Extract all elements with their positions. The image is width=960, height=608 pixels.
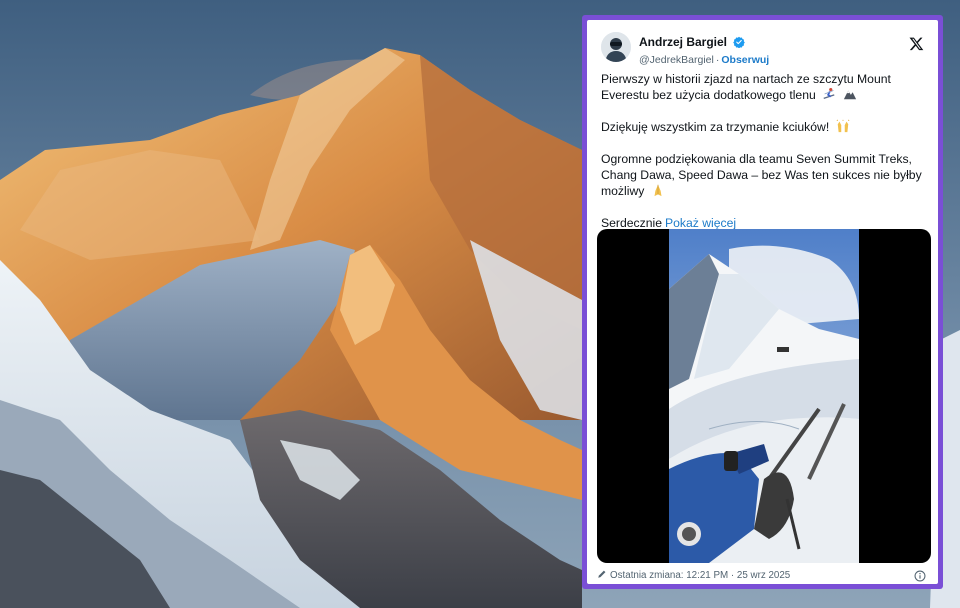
tweet-footer: Ostatnia zmiana: 12:21 PM · 25 wrz 2025 [597, 567, 928, 584]
tweet-header: Andrzej Bargiel @JedrekBargiel · Obserwuj [601, 30, 928, 66]
tweet-paragraph: Ogromne podziękowania dla teamu Seven Su… [601, 151, 926, 199]
tweet-embed-frame: Andrzej Bargiel @JedrekBargiel · Obserwuj … [582, 15, 943, 589]
tweet-paragraph: Pierwszy w historii zjazd na nartach ze … [601, 71, 926, 103]
avatar-image [601, 32, 631, 62]
author-info: Andrzej Bargiel @JedrekBargiel · Obserwuj [639, 33, 769, 66]
tweet-paragraph-text: Ogromne podziękowania dla teamu Seven Su… [601, 152, 922, 198]
tweet-paragraph: Dziękuję wszystkim za trzymanie kciuków! [601, 119, 926, 135]
folded-hands-icon [654, 184, 662, 197]
raised-hands-icon [836, 119, 850, 133]
edit-timestamp[interactable]: Ostatnia zmiana: 12:21 PM · 25 wrz 2025 [610, 570, 790, 581]
video-frame-skiing [669, 229, 859, 563]
tweet-video[interactable] [597, 229, 931, 563]
tweet-paragraph-text: Serdecznie [601, 216, 662, 230]
follow-link[interactable]: Obserwuj [721, 54, 769, 66]
tweet-card: Andrzej Bargiel @JedrekBargiel · Obserwuj … [587, 20, 938, 584]
pencil-icon [598, 570, 606, 578]
tweet-text: Pierwszy w historii zjazd na nartach ze … [601, 71, 926, 231]
x-logo-icon[interactable] [909, 36, 924, 51]
mountain-icon [843, 90, 856, 100]
author-handle[interactable]: @JedrekBargiel [639, 54, 714, 66]
tweet-paragraph-text: Dziękuję wszystkim za trzymanie kciuków! [601, 120, 830, 134]
info-icon[interactable] [914, 570, 926, 582]
show-more-link[interactable]: Pokaż więcej [665, 216, 736, 230]
skier-icon [823, 88, 835, 100]
author-name[interactable]: Andrzej Bargiel [639, 35, 727, 49]
verified-badge-icon [733, 36, 746, 48]
avatar[interactable] [601, 32, 631, 62]
handle-separator: · [715, 54, 720, 66]
